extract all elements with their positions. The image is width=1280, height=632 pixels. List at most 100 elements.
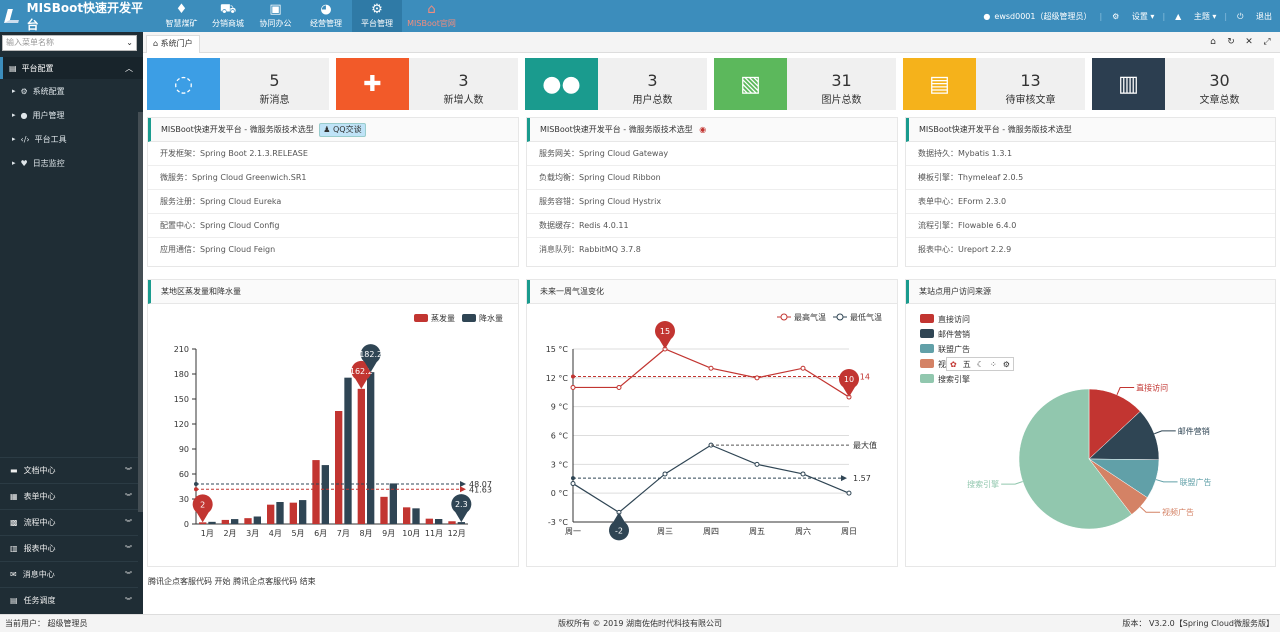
x-tick-label: 周一 bbox=[565, 527, 581, 536]
home-icon: ⌂ bbox=[153, 39, 159, 48]
y-tick-label: 0 °C bbox=[551, 489, 569, 498]
nav-item-business[interactable]: ◕ 经营管理 bbox=[303, 0, 349, 32]
logo-icon bbox=[4, 9, 22, 23]
add-user-icon: ✚ bbox=[336, 58, 409, 110]
sidebar-item-system-config[interactable]: ▸ ⚙ 系统配置 bbox=[0, 79, 143, 103]
sidebar-item-docs[interactable]: ▬ 文档中心 ︾ bbox=[0, 457, 138, 483]
data-point bbox=[570, 481, 576, 487]
chevron-down-icon[interactable]: ⌄ bbox=[126, 36, 133, 50]
nav-item-platform[interactable]: ⚙ 平台管理 bbox=[352, 0, 402, 32]
panel-title: MISBoot快速开发平台 - 微服务版技术选型 ◉ bbox=[527, 118, 897, 142]
table-icon: ▦ bbox=[10, 492, 18, 501]
markline-arrow bbox=[841, 475, 847, 482]
brand-logo[interactable]: MISBoot快速开发平台 bbox=[0, 0, 150, 32]
stat-card[interactable]: ●● 3 用户总数 bbox=[525, 58, 707, 110]
sidebar-item-forms[interactable]: ▦ 表单中心 ︾ bbox=[0, 483, 138, 509]
nav-item-website[interactable]: ⌂ MISBoot官网 bbox=[404, 0, 459, 32]
nav-item-mine[interactable]: ♦ 智慧煤矿 bbox=[155, 0, 208, 32]
list-item: 报表中心：Ureport 2.2.9 bbox=[918, 245, 1012, 254]
bar-chart: 0 30 60 90 120 150 180 210 1月 2月 3月 4月 5月 6月 7月 8月 9月 10月… bbox=[174, 313, 503, 538]
settings-menu[interactable]: ⚙ 设置 ▾ bbox=[1112, 11, 1154, 22]
y-tick-label: 30 bbox=[179, 495, 189, 504]
stat-card[interactable]: ◌ 5 新消息 bbox=[147, 58, 329, 110]
tab-system-portal[interactable]: ⌂ 系统门户 bbox=[146, 35, 200, 53]
stat-card[interactable]: ▧ 31 图片总数 bbox=[714, 58, 896, 110]
caret-right-icon: ▸ bbox=[12, 87, 16, 95]
markline-arrow bbox=[460, 480, 466, 487]
stat-card[interactable]: ▥ 30 文章总数 bbox=[1092, 58, 1274, 110]
top-navbar: MISBoot快速开发平台 ♦ 智慧煤矿 ⛟ 分销商城 ▣ 协同办公 ◕ 经营管理 ⚙ 平… bbox=[0, 0, 1280, 32]
current-user: 当前用户： 超级管理员 bbox=[5, 619, 88, 628]
sidebar-group-platform-config[interactable]: ▤ 平台配置 ︿ bbox=[0, 57, 143, 79]
list-item: 服务网关：Spring Cloud Gateway bbox=[527, 142, 897, 166]
sidebar-scrollbar[interactable] bbox=[138, 112, 143, 512]
stat-label: 新消息 bbox=[259, 95, 290, 106]
sidebar-item-reports[interactable]: ▥ 报表中心 ︾ bbox=[0, 535, 138, 561]
y-tick-label: 9 °C bbox=[551, 403, 569, 412]
y-tick-label: 120 bbox=[174, 420, 189, 429]
x-tick-label: 周三 bbox=[657, 527, 673, 536]
theme-menu[interactable]: ▲ 主题 ▾ bbox=[1175, 11, 1216, 22]
nav-item-office[interactable]: ▣ 协同办公 bbox=[253, 0, 298, 32]
qq-chat-button[interactable]: ♟ QQ交谈 bbox=[319, 123, 366, 137]
refresh-icon[interactable]: ↻ bbox=[1222, 34, 1240, 50]
sidebar-item-workflow[interactable]: ▩ 流程中心 ︾ bbox=[0, 509, 138, 535]
list-item: 数据持久：Mybatis 1.3.1 bbox=[906, 142, 1275, 166]
panel-title: 某站点用户访问来源 bbox=[906, 280, 1275, 304]
stat-value: 3 bbox=[647, 71, 658, 90]
tab-bar: ⌂ 系统门户 ⌂ ↻ ✕ ⤢ bbox=[143, 32, 1280, 53]
gear-icon: ⚙ bbox=[20, 86, 28, 96]
y-tick-label: 15 °C bbox=[546, 345, 569, 354]
bar bbox=[312, 460, 320, 524]
caret-right-icon: ▸ bbox=[12, 159, 16, 167]
markpoint-label: -2 bbox=[615, 526, 623, 535]
bar bbox=[199, 522, 207, 524]
nav-item-shop[interactable]: ⛟ 分销商城 bbox=[208, 0, 248, 32]
sidebar-item-tasks[interactable]: ▤ 任务调度 ︾ bbox=[0, 587, 138, 613]
gear-icon[interactable]: ⚙ bbox=[1003, 360, 1010, 369]
bar bbox=[276, 502, 284, 524]
bar bbox=[208, 521, 216, 524]
bar bbox=[289, 502, 297, 524]
close-icon[interactable]: ✕ bbox=[1240, 34, 1258, 50]
legend-swatch bbox=[920, 314, 934, 323]
dots-icon[interactable]: ⁘ bbox=[990, 360, 997, 369]
bar bbox=[221, 519, 229, 524]
fullscreen-icon[interactable]: ⤢ bbox=[1258, 34, 1276, 50]
user-name[interactable]: ewsd0001（超级管理员） bbox=[994, 11, 1091, 22]
sidebar-item-messages[interactable]: ✉ 消息中心 ︾ bbox=[0, 561, 138, 587]
data-point bbox=[754, 461, 760, 467]
weibo-icon[interactable]: ◉ bbox=[699, 125, 706, 134]
chart-toolbox[interactable]: ✿ 五 ☾ ⁘ ⚙ bbox=[946, 357, 1014, 371]
moon-icon[interactable]: ☾ bbox=[977, 360, 984, 369]
chevron-up-icon: ︿ bbox=[125, 63, 133, 73]
markline-start bbox=[571, 476, 575, 481]
stat-card[interactable]: ✚ 3 新增人数 bbox=[336, 58, 518, 110]
data-point bbox=[800, 471, 806, 477]
list-item: 消息队列：RabbitMQ 3.7.8 bbox=[539, 245, 641, 254]
y-tick-label: 6 °C bbox=[551, 432, 569, 441]
caret-right-icon: ▸ bbox=[12, 135, 16, 143]
sidebar-item-log-monitor[interactable]: ▸ ♥ 日志监控 bbox=[0, 151, 143, 175]
legend-label: 邮件营销 bbox=[938, 329, 970, 339]
legend-swatch bbox=[462, 314, 476, 322]
bar bbox=[253, 516, 261, 524]
home-icon: ⌂ bbox=[427, 2, 436, 17]
menu-search-input[interactable]: 输入菜单名称 ⌄ bbox=[2, 35, 137, 51]
x-tick-label: 7月 bbox=[337, 529, 350, 538]
paw-icon[interactable]: ✿ bbox=[950, 360, 957, 369]
data-point bbox=[570, 384, 576, 390]
tech-panel-3: MISBoot快速开发平台 - 微服务版技术选型 数据持久：Mybatis 1.… bbox=[905, 117, 1276, 267]
legend-marker bbox=[780, 313, 788, 321]
sidebar-item-user-management[interactable]: ▸ ● 用户管理 bbox=[0, 103, 143, 127]
logout-button[interactable]: ⏻ 退出 bbox=[1237, 11, 1272, 22]
x-tick-label: 12月 bbox=[448, 529, 466, 538]
version: 版本： V3.2.0【Spring Cloud微服务版】 bbox=[1122, 619, 1274, 628]
sidebar-item-platform-tools[interactable]: ▸ ‹/› 平台工具 bbox=[0, 127, 143, 151]
x-tick-label: 周六 bbox=[795, 526, 811, 536]
panel-title: MISBoot快速开发平台 - 微服务版技术选型 ♟ QQ交谈 bbox=[148, 118, 518, 142]
stat-card[interactable]: ▤ 13 待审核文章 bbox=[903, 58, 1085, 110]
home-icon[interactable]: ⌂ bbox=[1204, 34, 1222, 50]
x-tick-label: 6月 bbox=[314, 529, 327, 538]
bar bbox=[299, 500, 307, 524]
